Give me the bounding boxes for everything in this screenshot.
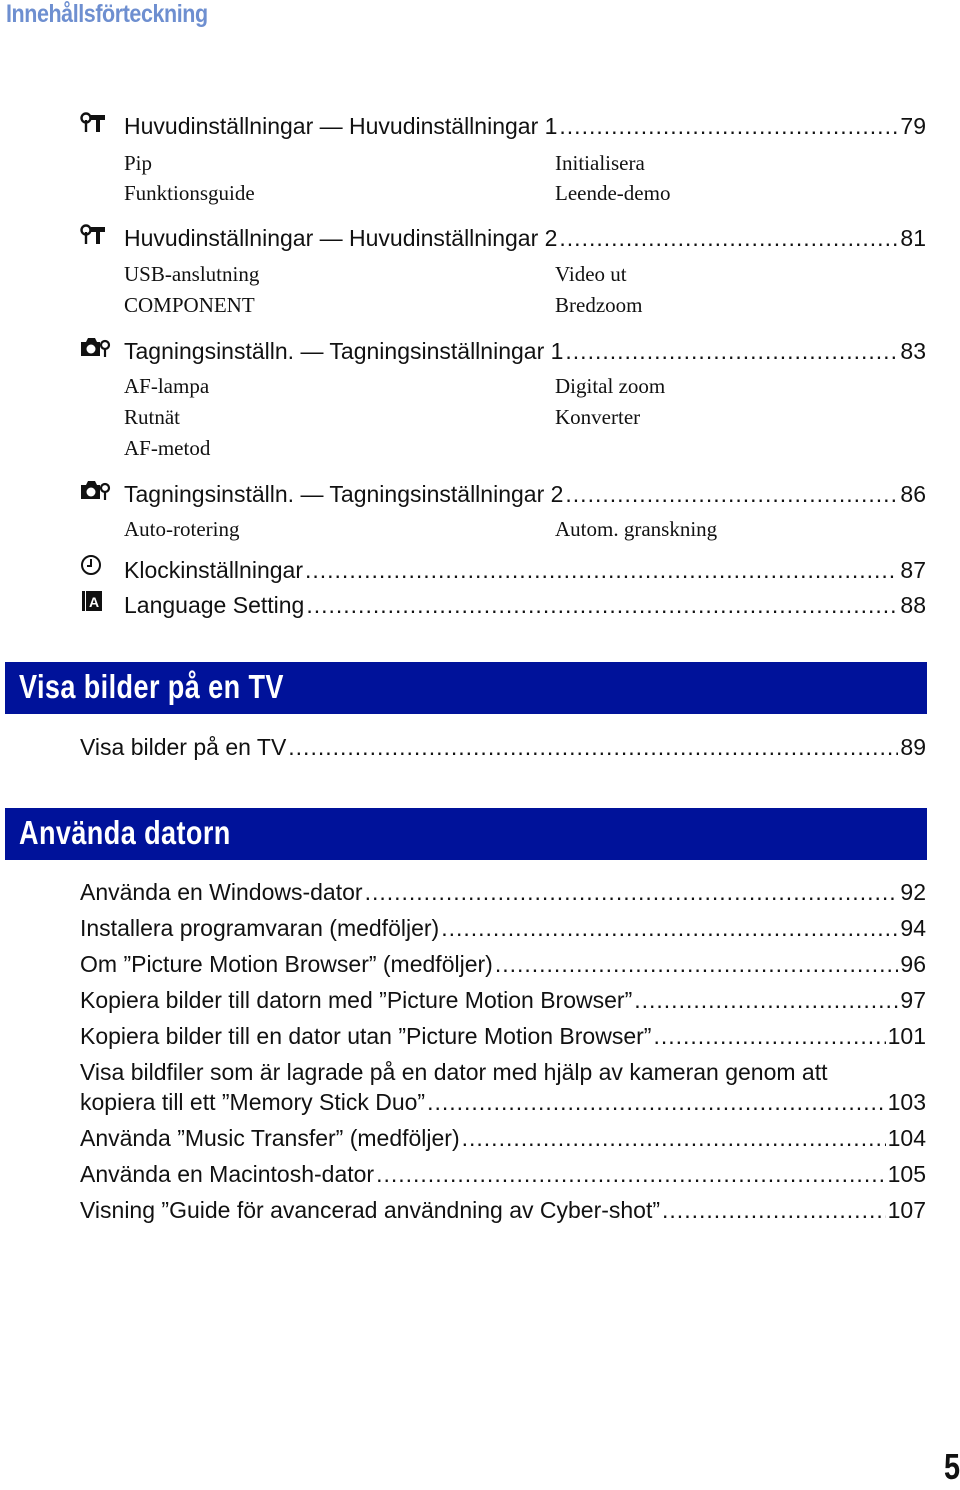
- sub-item[interactable]: USB-anslutning: [124, 259, 259, 289]
- sub-item[interactable]: Leende-demo: [555, 178, 670, 208]
- toc-entry-page: 97: [900, 987, 926, 1013]
- sub-item[interactable]: Digital zoom: [555, 371, 665, 401]
- toc-entry[interactable]: Tagningsinställn. — Tagningsinställninga…: [80, 332, 926, 364]
- svg-text:A: A: [89, 594, 99, 610]
- section-title: Visa bilder på en TV: [19, 668, 284, 705]
- section-title: Använda datorn: [19, 814, 231, 851]
- toc-entry[interactable]: Kopiera bilder till datorn med ”Picture …: [80, 985, 926, 1015]
- sub-item[interactable]: Bredzoom: [555, 290, 642, 320]
- camera-settings-icon: [80, 332, 124, 362]
- dot-leader: [565, 336, 898, 366]
- sub-item[interactable]: Autom. granskning: [555, 514, 717, 544]
- toc-entry-label-line1[interactable]: Visa bildfiler som är lagrade på en dato…: [80, 1057, 828, 1087]
- dot-leader: [376, 1159, 886, 1189]
- toc-entry[interactable]: Tagningsinställn. — Tagningsinställninga…: [80, 475, 926, 507]
- toc-entry-label: Klockinställningar: [124, 557, 303, 583]
- sub-item[interactable]: AF-metod: [124, 433, 210, 463]
- toc-entry-label: Tagningsinställn. — Tagningsinställninga…: [124, 338, 564, 364]
- sub-item[interactable]: Konverter: [555, 402, 640, 432]
- dot-leader: [559, 111, 898, 141]
- section-header: Visa bilder på en TV: [5, 662, 927, 714]
- toc-entry-page: 94: [900, 915, 926, 941]
- toc-entry[interactable]: A Language Setting 88: [80, 586, 926, 618]
- dot-leader: [495, 949, 899, 979]
- sub-item[interactable]: Video ut: [555, 259, 627, 289]
- toc-entry[interactable]: Installera programvaran (medföljer) 94: [80, 913, 926, 943]
- dot-leader: [288, 732, 898, 762]
- toc-entry-page: 88: [900, 592, 926, 618]
- sub-item[interactable]: Initialisera: [555, 148, 645, 178]
- toc-entry-label: Om ”Picture Motion Browser” (medföljer): [80, 951, 493, 977]
- dot-leader: [427, 1087, 886, 1117]
- section-header: Använda datorn: [5, 808, 927, 860]
- toc-entry[interactable]: Huvudinställningar — Huvudinställningar …: [80, 220, 926, 253]
- dot-leader: [662, 1195, 886, 1225]
- language-icon: A: [80, 586, 124, 616]
- wrench-hammer-icon: [80, 220, 124, 250]
- dot-leader: [306, 590, 898, 620]
- toc-entry-label: Visning ”Guide för avancerad användning …: [80, 1197, 661, 1223]
- toc-entry-label: kopiera till ett ”Memory Stick Duo”: [80, 1089, 426, 1115]
- toc-entry-page: 107: [887, 1197, 926, 1223]
- page-title: Innehållsförteckning: [6, 0, 208, 28]
- toc-entry-label: Tagningsinställn. — Tagningsinställninga…: [124, 481, 564, 507]
- toc-entry[interactable]: Om ”Picture Motion Browser” (medföljer) …: [80, 949, 926, 979]
- dot-leader: [559, 223, 898, 253]
- toc-entry[interactable]: Klockinställningar 87: [80, 550, 926, 583]
- toc-entry-page: 81: [900, 225, 926, 251]
- toc-entry-label: Kopiera bilder till datorn med ”Picture …: [80, 987, 633, 1013]
- toc-entry-page: 101: [887, 1023, 926, 1049]
- toc-entry-label: Language Setting: [124, 592, 305, 618]
- sub-item[interactable]: AF-lampa: [124, 371, 209, 401]
- toc-entry-page: 104: [887, 1125, 926, 1151]
- toc-entry-label: Installera programvaran (medföljer): [80, 915, 440, 941]
- toc-entry-page: 89: [900, 734, 926, 760]
- toc-entry[interactable]: Använda en Windows-dator 92: [80, 877, 926, 907]
- dot-leader: [653, 1021, 885, 1051]
- dot-leader: [441, 913, 898, 943]
- wrench-hammer-icon: [80, 108, 124, 138]
- dot-leader: [305, 555, 898, 585]
- toc-entry[interactable]: Huvudinställningar — Huvudinställningar …: [80, 108, 926, 141]
- toc-entry-label: Använda ”Music Transfer” (medföljer): [80, 1125, 460, 1151]
- toc-entry[interactable]: Använda en Macintosh-dator 105: [80, 1159, 926, 1189]
- toc-entry-page: 79: [900, 113, 926, 139]
- page-number: 5: [943, 1446, 960, 1487]
- toc-entry-label: Kopiera bilder till en dator utan ”Pictu…: [80, 1023, 652, 1049]
- toc-entry-label: Visa bilder på en TV: [80, 734, 287, 760]
- dot-leader: [365, 877, 899, 907]
- dot-leader: [565, 479, 898, 509]
- dot-leader: [634, 985, 898, 1015]
- toc-entry-label: Huvudinställningar — Huvudinställningar …: [124, 113, 558, 139]
- toc-entry[interactable]: Använda ”Music Transfer” (medföljer) 104: [80, 1123, 926, 1153]
- toc-entry[interactable]: kopiera till ett ”Memory Stick Duo” 103: [80, 1087, 926, 1117]
- toc-entry-label: Huvudinställningar — Huvudinställningar …: [124, 225, 558, 251]
- toc-entry-page: 103: [887, 1089, 926, 1115]
- clock-icon: [80, 550, 124, 580]
- sub-item[interactable]: Auto-rotering: [124, 514, 239, 544]
- toc-entry[interactable]: Visa bilder på en TV 89: [80, 732, 926, 762]
- toc-entry[interactable]: Visning ”Guide för avancerad användning …: [80, 1195, 926, 1225]
- toc-entry-page: 105: [887, 1161, 926, 1187]
- sub-item[interactable]: COMPONENT: [124, 290, 255, 320]
- camera-settings-icon: [80, 475, 124, 505]
- sub-item[interactable]: Rutnät: [124, 402, 180, 432]
- toc-entry-label: Använda en Windows-dator: [80, 879, 363, 905]
- toc-entry-label: Använda en Macintosh-dator: [80, 1161, 375, 1187]
- toc-entry-page: 86: [900, 481, 926, 507]
- toc-entry-page: 96: [900, 951, 926, 977]
- dot-leader: [462, 1123, 886, 1153]
- toc-entry[interactable]: Kopiera bilder till en dator utan ”Pictu…: [80, 1021, 926, 1051]
- toc-entry-page: 92: [900, 879, 926, 905]
- sub-item[interactable]: Pip: [124, 148, 152, 178]
- sub-item[interactable]: Funktionsguide: [124, 178, 255, 208]
- toc-entry-page: 83: [900, 338, 926, 364]
- toc-entry-page: 87: [900, 557, 926, 583]
